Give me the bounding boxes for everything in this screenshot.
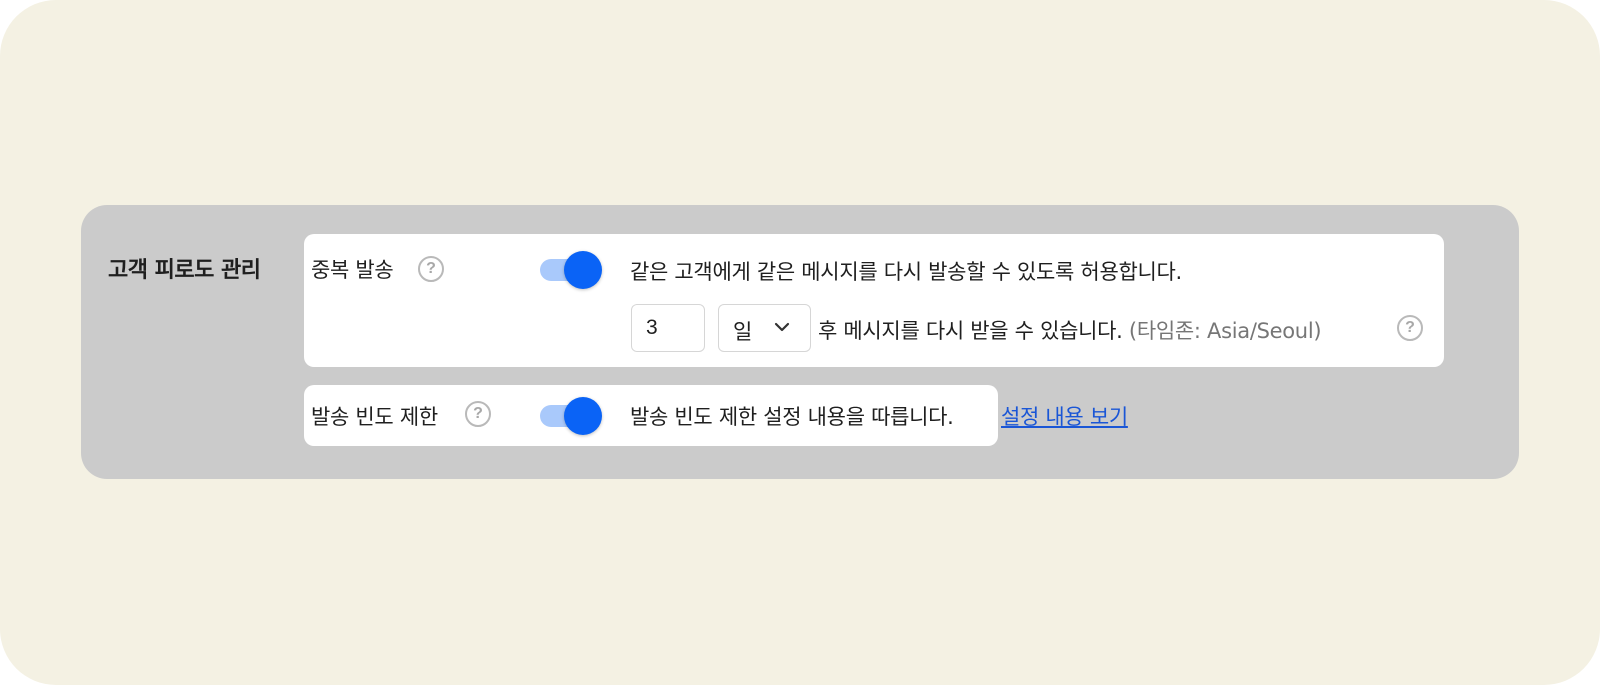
interval-unit-value: 일: [733, 320, 753, 344]
duplicate-send-label: 중복 발송: [311, 258, 394, 282]
duplicate-send-description: 같은 고객에게 같은 메시지를 다시 발송할 수 있도록 허용합니다.: [630, 260, 1182, 284]
timezone-text: (타임존: Asia/Seoul): [1128, 319, 1322, 343]
section-title: 고객 피로도 관리: [108, 258, 261, 283]
chevron-down-icon: [774, 322, 790, 332]
frequency-limit-description: 발송 빈도 제한 설정 내용을 따릅니다.: [630, 405, 954, 429]
toggle-knob: [564, 397, 602, 435]
resend-interval-input[interactable]: [631, 304, 705, 352]
frequency-limit-label: 발송 빈도 제한: [311, 405, 438, 429]
interval-unit-select[interactable]: 일: [718, 304, 811, 352]
frequency-limit-help-icon[interactable]: ?: [465, 401, 491, 427]
duplicate-send-help-icon[interactable]: ?: [418, 256, 444, 282]
interval-suffix-text: 후 메시지를 다시 받을 수 있습니다.: [818, 319, 1123, 343]
resend-interval-suffix: 후 메시지를 다시 받을 수 있습니다. (타임존: Asia/Seoul): [818, 315, 1322, 345]
duplicate-send-toggle[interactable]: [540, 251, 602, 289]
view-settings-link[interactable]: 설정 내용 보기: [1001, 401, 1128, 431]
toggle-knob: [564, 251, 602, 289]
timezone-help-icon[interactable]: ?: [1397, 315, 1423, 341]
frequency-limit-toggle[interactable]: [540, 397, 602, 435]
duplicate-send-card: [304, 234, 1444, 367]
